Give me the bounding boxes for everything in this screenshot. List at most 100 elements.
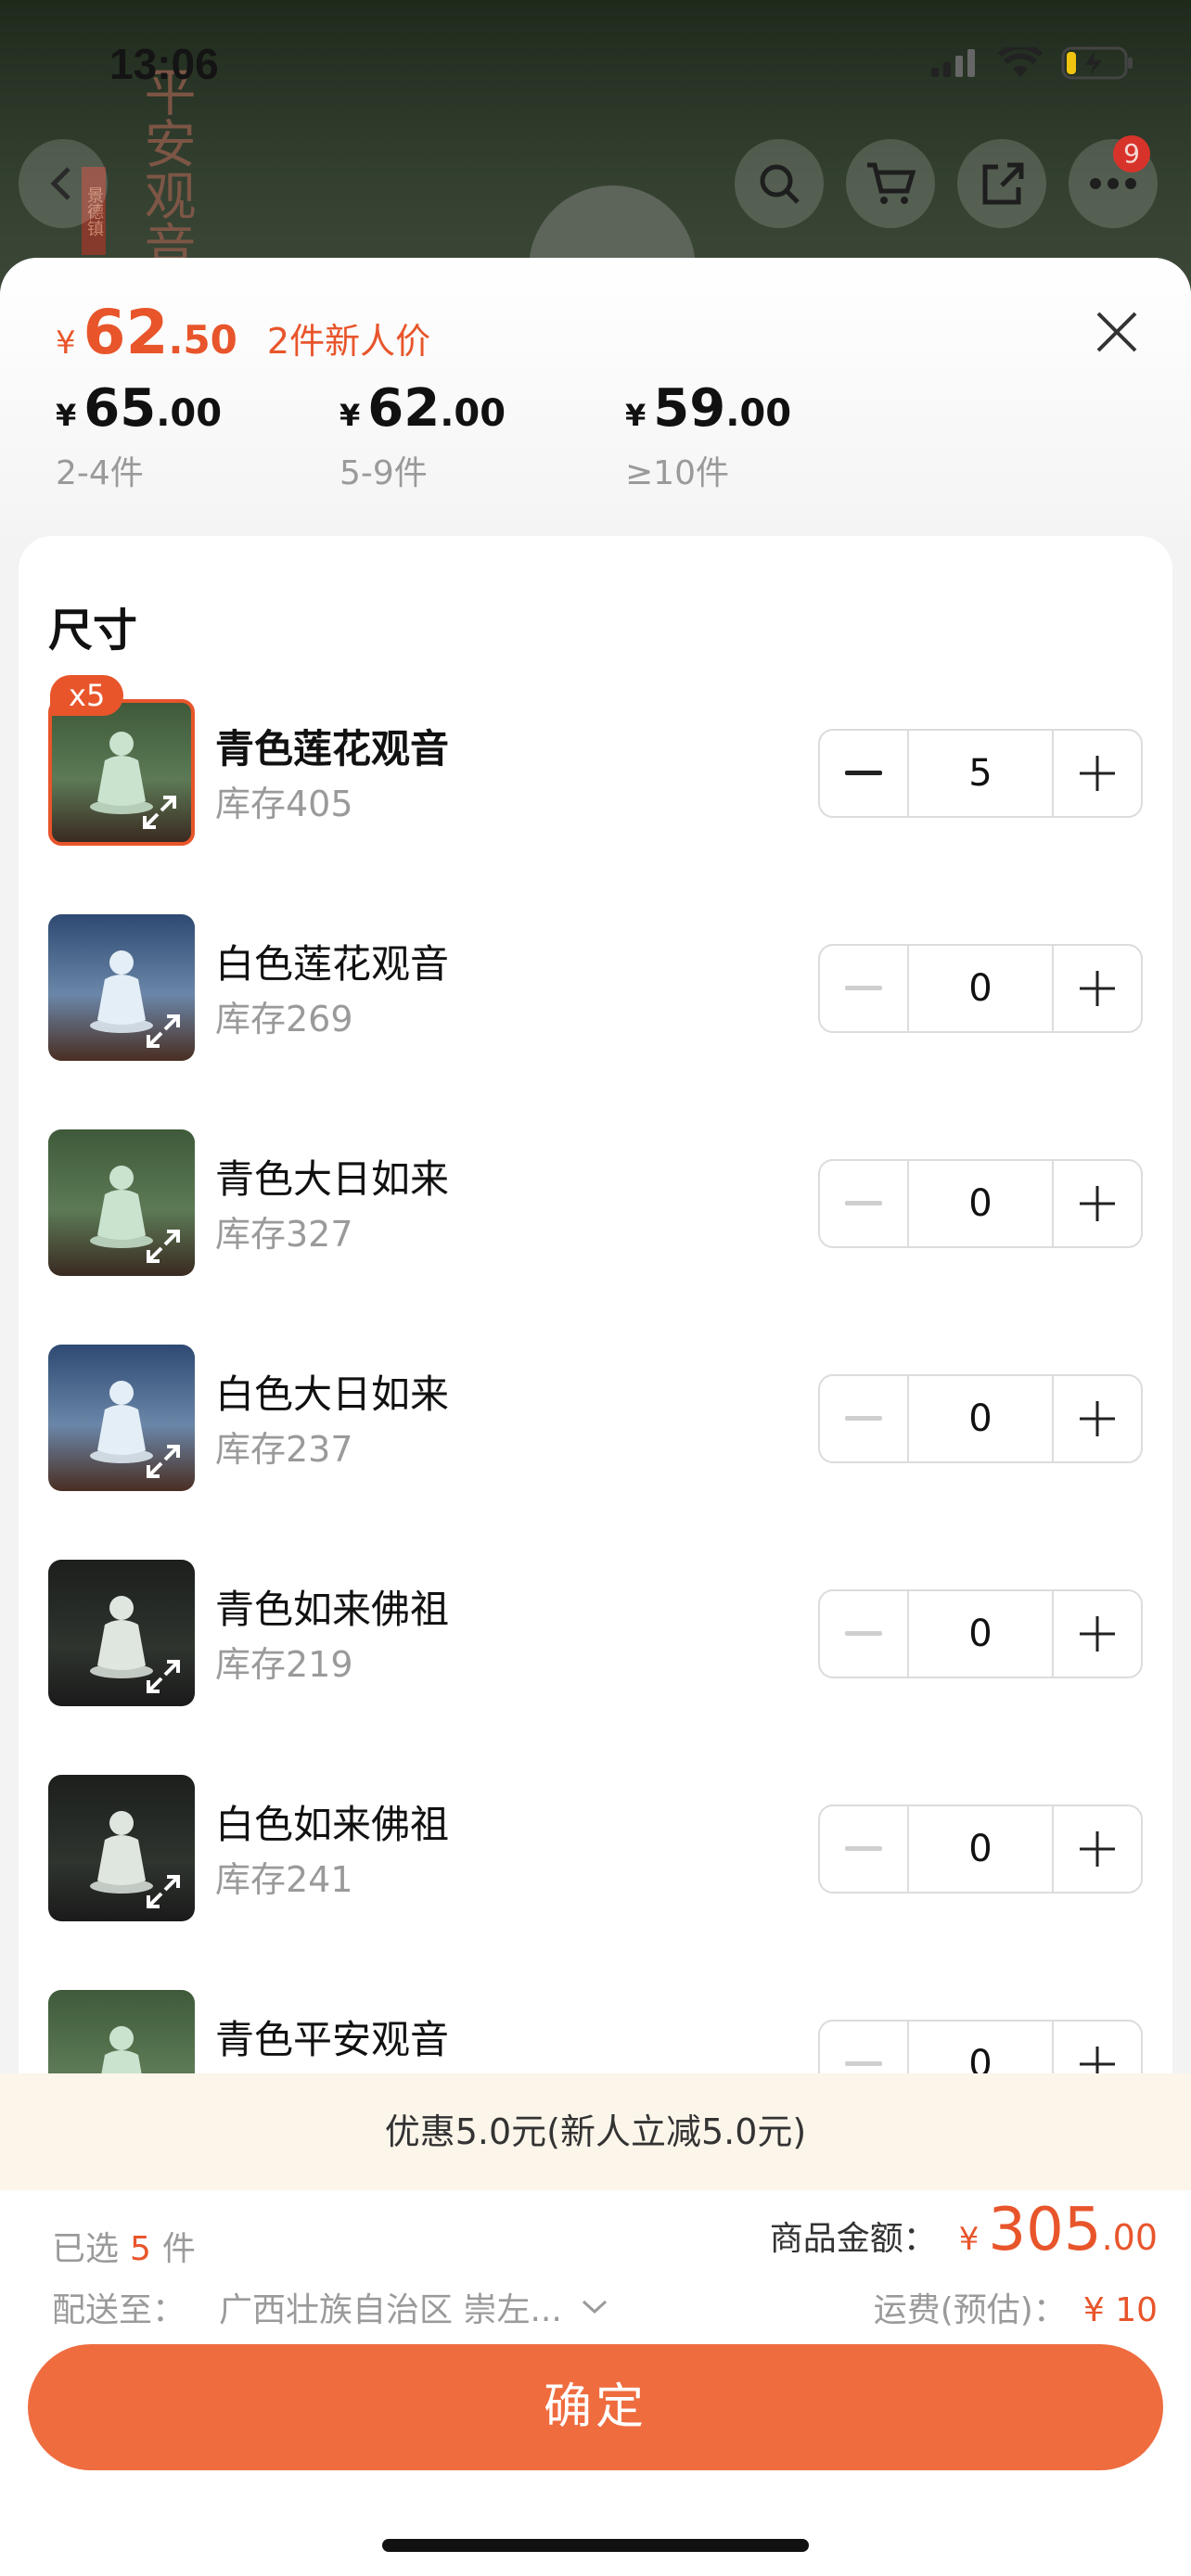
sku-name: 青色平安观音 [215,2017,450,2062]
wifi-icon [998,47,1043,77]
minus-icon [845,771,882,775]
quantity-stepper: 0 [818,944,1143,1033]
close-icon [1096,312,1137,352]
quantity-stepper: 0 [818,1589,1143,1678]
sku-thumbnail[interactable] [48,1345,195,1491]
sku-row[interactable]: 青色如来佛祖库存219 0 [48,1560,1143,1708]
close-button[interactable] [1091,306,1143,358]
tier-price-decimal: .00 [156,392,223,435]
quantity-stepper: 0 [818,1159,1143,1248]
increment-button[interactable] [1054,731,1141,816]
decrement-button[interactable] [820,1161,907,1246]
search-icon [760,164,800,204]
sku-row[interactable]: 白色如来佛祖 库存241 0 [48,1775,1143,1923]
increment-button[interactable] [1054,1806,1141,1892]
decrement-button[interactable] [820,946,907,1031]
sku-row[interactable]: 白色莲花观音 库存269 0 [48,914,1143,1063]
current-price: ¥ 62 .50 2件新人价 [56,297,430,368]
tier-currency: ¥ [625,398,647,433]
sku-thumbnail[interactable] [48,1129,195,1276]
sku-name: 青色如来佛祖 [215,1587,450,1632]
quantity-value[interactable]: 0 [907,1376,1054,1461]
shipping-address-selector[interactable]: 配送至： 广西壮族自治区 崇左... [52,2283,608,2331]
tier-currency: ¥ [339,398,361,433]
search-button[interactable] [735,139,824,228]
sku-thumbnail[interactable] [48,1560,195,1706]
expand-icon[interactable] [141,794,178,831]
expand-icon[interactable] [145,1658,182,1695]
expand-icon[interactable] [145,1013,182,1050]
expand-icon[interactable] [145,1228,182,1265]
quantity-value[interactable]: 0 [907,946,1054,1031]
expand-icon[interactable] [145,1443,182,1480]
price-header: ¥ 62 .50 2件新人价 ¥ 65 .00 2-4件 ¥ 62 .00 5- [0,258,1191,536]
plus-icon [1080,1831,1115,1867]
selected-suffix: 件 [161,2230,196,2268]
expand-icon[interactable] [145,1873,182,1910]
sku-thumbnail[interactable] [48,699,195,846]
minus-icon [845,2061,882,2066]
battery-icon [1061,46,1133,80]
share-icon [982,162,1024,205]
price-tag: 2件新人价 [266,321,431,362]
quantity-value[interactable]: 0 [907,1806,1054,1892]
more-button[interactable]: 9 [1069,135,1158,228]
decrement-button[interactable] [820,1591,907,1677]
confirm-button[interactable]: 确定 [28,2344,1163,2470]
sku-stock: 库存237 [215,1429,353,1470]
footer-bar: 已选 5 件 配送至： 广西壮族自治区 崇左... 商品金额： ¥ 305 .00 … [0,2190,1191,2576]
minus-icon [845,1631,882,1636]
tier-price-integer: 62 [367,378,441,439]
shipping-fee: 运费(预估)： ¥ 10 [874,2283,1158,2331]
tier-price-decimal: .00 [440,392,506,435]
quantity-value[interactable]: 0 [907,1161,1054,1246]
minus-icon [845,986,882,990]
quantity-value[interactable]: 0 [907,1591,1054,1677]
quantity-stepper: 0 [818,1804,1143,1894]
cart-button[interactable] [846,139,935,228]
sku-thumbnail[interactable] [48,1775,195,1921]
promo-banner: 优惠5.0元(新人立减5.0元) [0,2073,1191,2190]
price-integer: 62 [83,297,169,368]
tier-quantity: ≥10件 [625,454,729,492]
minus-icon [845,1416,882,1421]
quantity-badge: x5 [50,675,124,716]
sku-row[interactable]: x5 青色莲花观音 库存405 5 [48,675,1143,848]
plus-icon [1080,971,1115,1006]
increment-button[interactable] [1054,1161,1141,1246]
chevron-down-icon [583,2300,608,2315]
tier-quantity: 2-4件 [56,454,144,492]
amount-currency: ¥ [958,2221,980,2258]
fee-label: 运费(预估)： [873,2291,1067,2329]
decrement-button[interactable] [820,1806,907,1892]
product-vertical-title: 平安观音 [135,65,196,273]
plus-icon [1080,1186,1115,1221]
chevron-left-icon [50,167,70,200]
ship-address: 广西壮族自治区 崇左... [219,2291,562,2329]
increment-button[interactable] [1054,1376,1141,1461]
tier-price-integer: 59 [653,378,726,439]
quantity-value[interactable]: 5 [907,731,1054,816]
increment-button[interactable] [1054,1591,1141,1677]
decrement-button[interactable] [820,1376,907,1461]
amount-decimal: .00 [1101,2217,1158,2258]
plus-icon [1080,756,1115,791]
sku-row[interactable]: 青色大日如来 库存327 0 [48,1129,1143,1278]
decrement-button[interactable] [820,731,907,816]
sku-stock: 库存269 [215,999,353,1039]
sku-stock: 库存219 [215,1644,353,1685]
selected-prefix: 已选 [52,2230,120,2268]
price-decimal: .50 [168,317,237,363]
sku-row[interactable]: 白色大日如来 库存237 0 [48,1345,1143,1493]
sku-stock: 库存241 [215,1859,353,1900]
increment-button[interactable] [1054,946,1141,1031]
back-button[interactable] [19,139,108,228]
price-tier: ¥ 59 .00 ≥10件 [625,378,791,494]
sku-thumbnail[interactable] [48,914,195,1061]
quantity-stepper: 0 [818,1374,1143,1463]
tier-price-decimal: .00 [725,392,792,435]
section-title: 尺寸 [48,605,138,657]
minus-icon [845,1201,882,1205]
plus-icon [1080,1401,1115,1436]
share-button[interactable] [957,139,1046,228]
